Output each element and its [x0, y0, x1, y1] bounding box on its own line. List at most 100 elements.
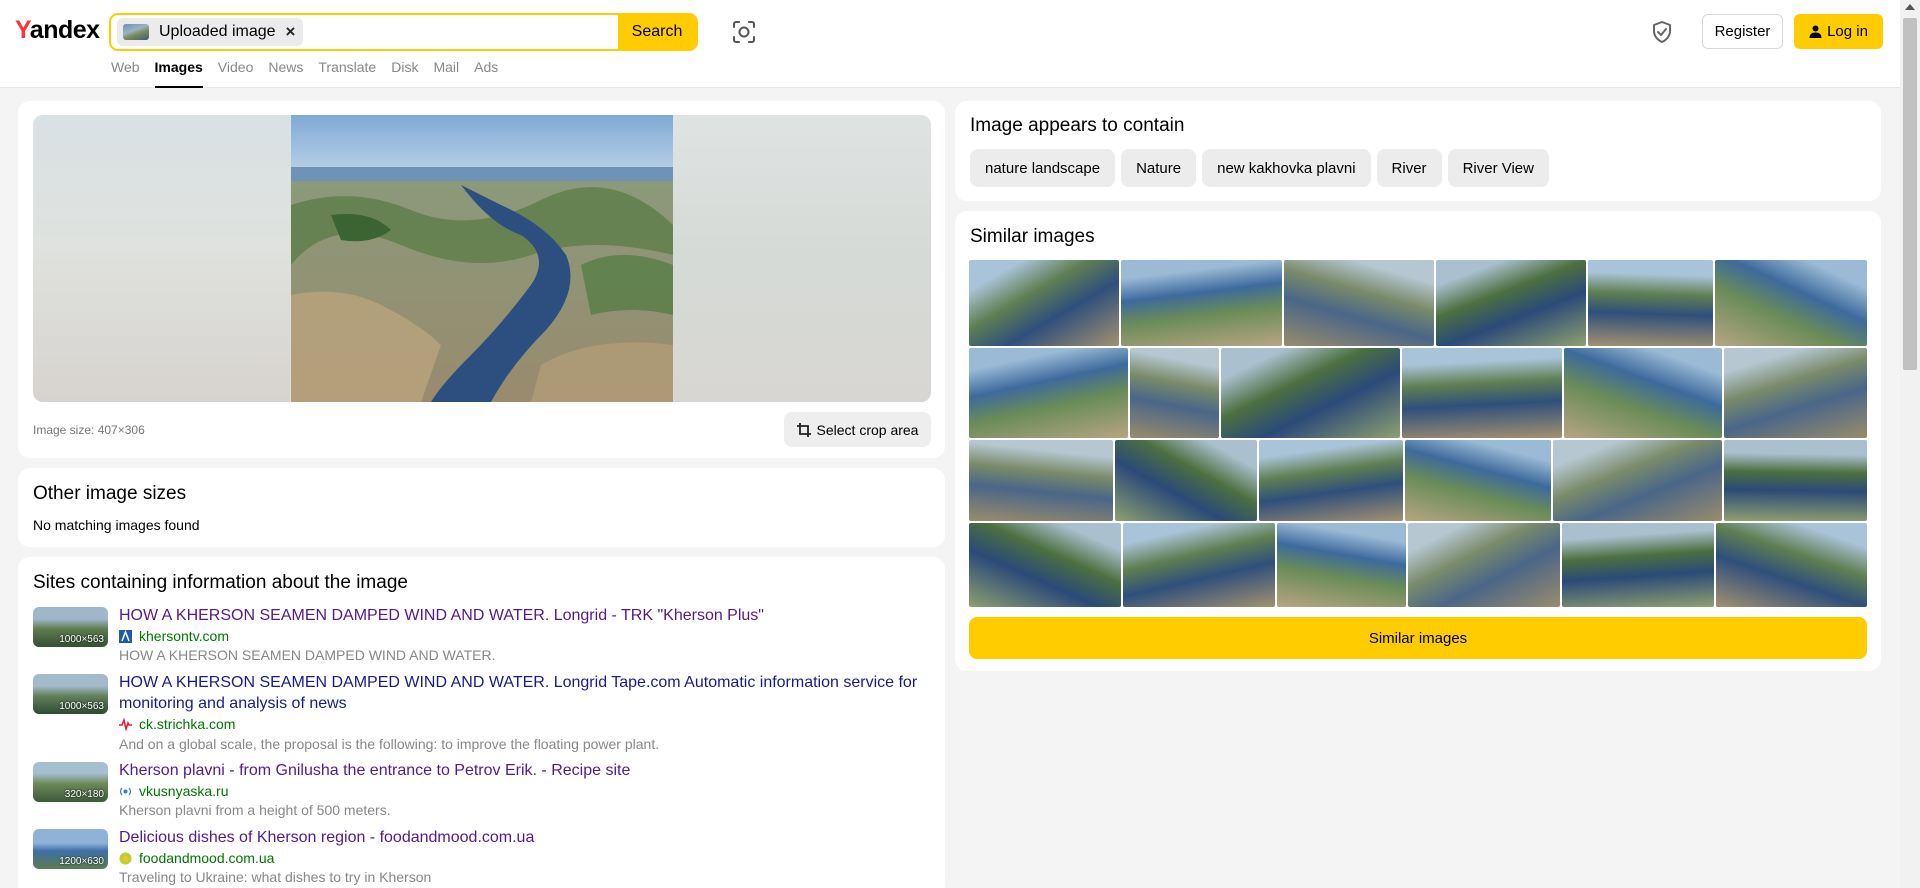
crop-label: Select crop area — [816, 421, 919, 438]
image-preview-card: Image size: 407×306 Select crop area — [18, 101, 945, 458]
camera-search-icon[interactable] — [731, 19, 757, 45]
yandex-logo[interactable]: Yandex — [15, 16, 100, 45]
site-thumbnail[interactable]: 1000×563 — [33, 607, 108, 647]
tab-web[interactable]: Web — [111, 59, 140, 88]
login-button[interactable]: Log in — [1794, 14, 1883, 49]
khersontv-favicon — [119, 629, 132, 643]
search-tabs: Web Images Video News Translate Disk Mai… — [111, 59, 513, 88]
similar-image-thumbnail[interactable] — [1221, 348, 1400, 438]
site-thumbnail[interactable]: 320×180 — [33, 762, 108, 802]
search-input[interactable]: Uploaded image × — [111, 15, 618, 49]
similar-image-thumbnail[interactable] — [1284, 260, 1434, 346]
similar-image-thumbnail[interactable] — [1121, 260, 1282, 346]
shield-icon[interactable] — [1649, 19, 1675, 45]
site-thumbnail[interactable]: 1200×630 — [33, 829, 108, 869]
register-button[interactable]: Register — [1702, 14, 1783, 49]
close-icon[interactable]: × — [286, 22, 296, 42]
login-label: Log in — [1827, 23, 1868, 40]
uploaded-image[interactable] — [291, 115, 673, 402]
similar-image-thumbnail[interactable] — [969, 523, 1121, 607]
site-link[interactable]: HOW A KHERSON SEAMEN DAMPED WIND AND WAT… — [119, 672, 939, 714]
other-image-sizes-card: Other image sizes No matching images fou… — [18, 468, 945, 547]
similar-image-thumbnail[interactable] — [1277, 523, 1406, 607]
similar-image-thumbnail[interactable] — [1436, 260, 1586, 346]
preview-blur-right — [673, 115, 931, 402]
similar-image-thumbnail[interactable] — [1259, 440, 1403, 521]
tab-video[interactable]: Video — [218, 59, 254, 88]
user-icon — [1809, 25, 1822, 38]
similar-image-thumbnail[interactable] — [1402, 348, 1562, 438]
similar-image-thumbnail[interactable] — [1123, 523, 1275, 607]
similar-image-thumbnail[interactable] — [1405, 440, 1551, 521]
sites-title: Sites containing information about the i… — [33, 572, 408, 593]
site-description: Traveling to Ukraine: what dishes to try… — [119, 869, 432, 885]
strichka-favicon — [119, 717, 132, 731]
similar-image-thumbnail[interactable] — [1564, 348, 1722, 438]
no-matching-message: No matching images found — [33, 517, 200, 533]
tab-mail[interactable]: Mail — [433, 59, 459, 88]
chip-label: Uploaded image — [159, 23, 276, 40]
thumbnail-dimensions: 320×180 — [64, 789, 104, 800]
thumbnail-dimensions: 1200×630 — [59, 856, 104, 867]
site-link[interactable]: Delicious dishes of Kherson region - foo… — [119, 827, 939, 848]
similar-image-thumbnail[interactable] — [1553, 440, 1722, 521]
contains-title: Image appears to contain — [970, 115, 1185, 136]
site-link[interactable]: HOW A KHERSON SEAMEN DAMPED WIND AND WAT… — [119, 605, 939, 626]
similar-images-card: Similar images Similar images — [955, 211, 1881, 671]
tag-river-view[interactable]: River View — [1447, 149, 1549, 187]
similar-image-thumbnail[interactable] — [1715, 260, 1867, 346]
similar-image-thumbnail[interactable] — [1716, 523, 1867, 607]
tab-disk[interactable]: Disk — [391, 59, 418, 88]
site-description: HOW A KHERSON SEAMEN DAMPED WIND AND WAT… — [119, 647, 496, 663]
similar-image-thumbnail[interactable] — [1408, 523, 1560, 607]
foodandmood-favicon — [119, 852, 132, 864]
tag-new-kakhovka-plavni[interactable]: new kakhovka plavni — [1202, 149, 1371, 187]
tab-ads[interactable]: Ads — [474, 59, 498, 88]
thumbnail-dimensions: 1000×563 — [59, 634, 104, 645]
image-contains-card: Image appears to contain nature landscap… — [955, 101, 1881, 201]
similar-image-thumbnail[interactable] — [1130, 348, 1219, 438]
similar-image-thumbnail[interactable] — [969, 440, 1113, 521]
uploaded-image-thumbnail — [123, 24, 149, 40]
thumbnail-dimensions: 1000×563 — [59, 701, 104, 712]
site-domain[interactable]: foodandmood.com.ua — [119, 850, 274, 866]
uploaded-image-chip: Uploaded image × — [117, 18, 304, 46]
image-preview — [33, 115, 931, 402]
site-domain[interactable]: vkusnyaska.ru — [119, 783, 228, 799]
similar-image-thumbnail[interactable] — [969, 348, 1128, 438]
header: Yandex Uploaded image × Search Web Image… — [0, 0, 1900, 88]
site-thumbnail[interactable]: 1000×563 — [33, 674, 108, 714]
tag-nature[interactable]: Nature — [1121, 149, 1197, 187]
similar-images-button[interactable]: Similar images — [969, 617, 1867, 659]
similar-image-thumbnail[interactable] — [1724, 348, 1867, 438]
tab-images[interactable]: Images — [154, 59, 203, 88]
site-domain[interactable]: khersontv.com — [119, 628, 229, 644]
preview-blur-left — [33, 115, 290, 402]
similar-title: Similar images — [970, 226, 1095, 247]
search-button[interactable]: Search — [618, 15, 696, 49]
sites-card: Sites containing information about the i… — [18, 557, 945, 888]
similar-image-thumbnail[interactable] — [1115, 440, 1257, 521]
site-domain[interactable]: ck.strichka.com — [119, 716, 235, 732]
search-bar[interactable]: Uploaded image × Search — [109, 13, 698, 51]
image-size-label: Image size: 407×306 — [33, 423, 145, 437]
site-description: Kherson plavni from a height of 500 mete… — [119, 802, 391, 818]
tab-news[interactable]: News — [268, 59, 303, 88]
site-description: And on a global scale, the proposal is t… — [119, 736, 660, 752]
tab-translate[interactable]: Translate — [318, 59, 376, 88]
scrollbar[interactable] — [1900, 0, 1920, 888]
other-sizes-title: Other image sizes — [33, 483, 187, 504]
select-crop-area-button[interactable]: Select crop area — [784, 412, 931, 447]
vkusnyaska-favicon — [120, 787, 131, 795]
similar-image-thumbnail[interactable] — [1588, 260, 1713, 346]
site-link[interactable]: Kherson plavni - from Gnilusha the entra… — [119, 760, 939, 781]
scroll-up-arrow-icon[interactable] — [1905, 4, 1915, 10]
similar-image-thumbnail[interactable] — [1724, 440, 1867, 521]
tag-nature-landscape[interactable]: nature landscape — [970, 149, 1116, 187]
tag-river[interactable]: River — [1376, 149, 1442, 187]
similar-image-thumbnail[interactable] — [1562, 523, 1714, 607]
tag-list: nature landscape Nature new kakhovka pla… — [970, 149, 1549, 187]
similar-image-thumbnail[interactable] — [969, 260, 1119, 346]
crop-icon — [796, 422, 811, 437]
scroll-thumb[interactable] — [1903, 18, 1917, 370]
